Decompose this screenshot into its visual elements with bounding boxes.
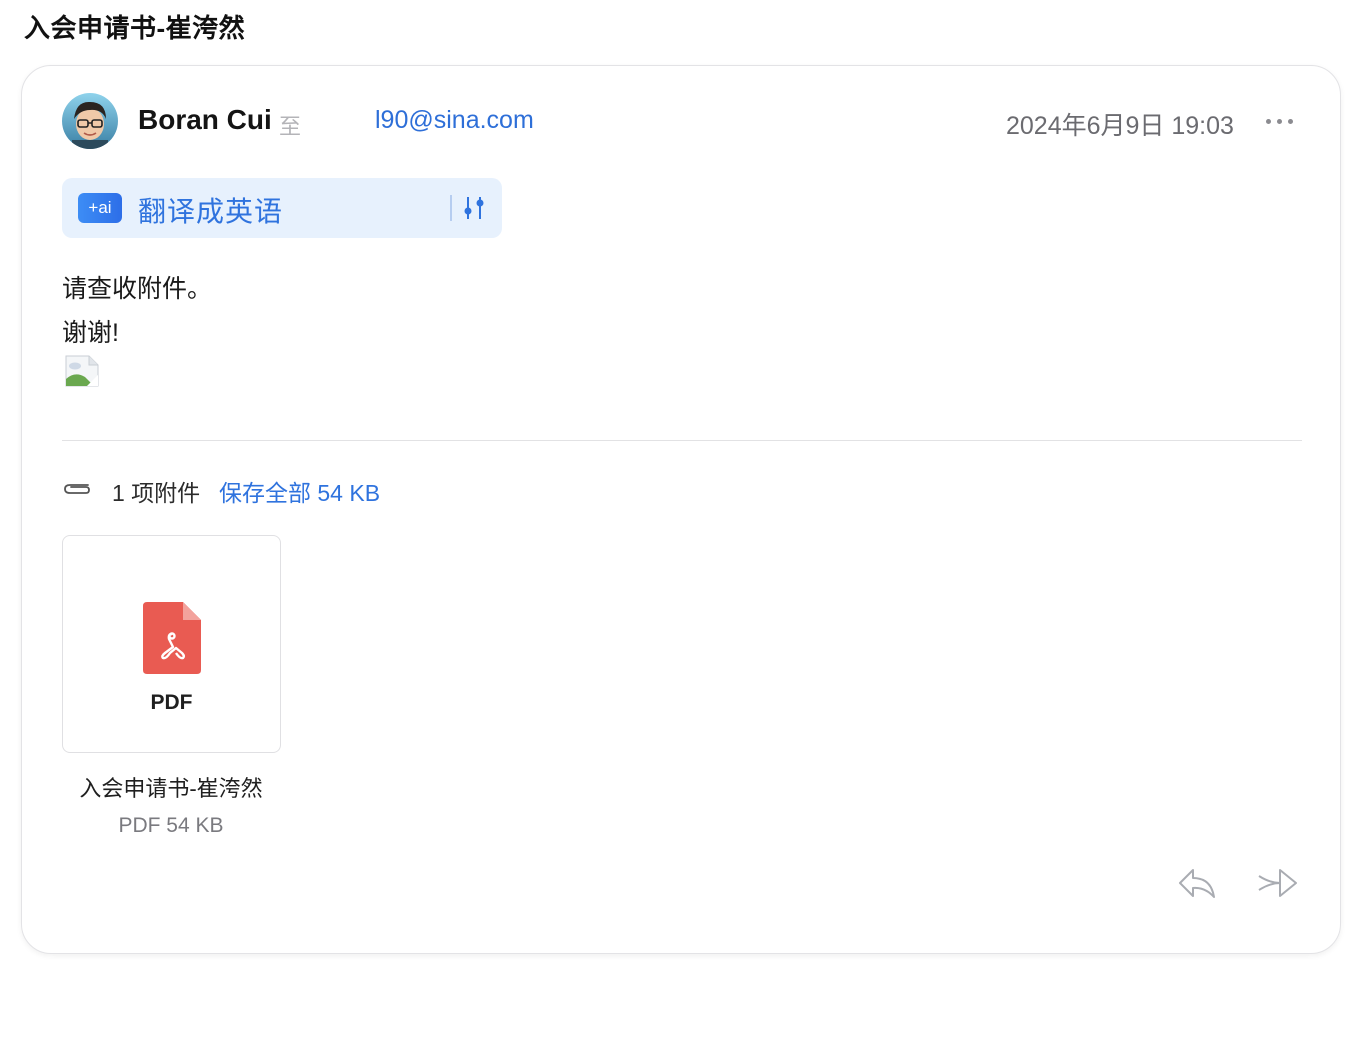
sender-avatar[interactable]	[62, 93, 118, 149]
translate-button-label[interactable]: 翻译成英语	[138, 190, 283, 230]
email-subject: 入会申请书-崔洿然	[24, 13, 246, 43]
attachment-meta: PDF 54 KB	[118, 814, 224, 837]
attachment-card[interactable]: PDF	[62, 535, 281, 753]
sender-name[interactable]: Boran Cui	[138, 104, 272, 136]
translate-divider	[450, 195, 452, 221]
body-line: 谢谢!	[62, 319, 119, 347]
recipient-email[interactable]: l90@sina.com	[375, 106, 534, 135]
paperclip-icon	[62, 478, 92, 500]
save-all-button[interactable]: 保存全部 54 KB	[219, 474, 380, 508]
ai-badge: +ai	[78, 193, 122, 223]
email-card: Boran Cui 至 l90@sina.com 2024年6月9日 19:03…	[21, 65, 1341, 954]
pdf-file-icon	[143, 602, 201, 674]
file-type-label: PDF	[150, 691, 193, 714]
email-date: 2024年6月9日 19:03	[1006, 112, 1234, 140]
forward-icon[interactable]	[1256, 866, 1298, 900]
to-label: 至	[279, 114, 302, 139]
more-icon	[1265, 118, 1271, 124]
more-options-button[interactable]	[1259, 106, 1299, 136]
attachment-count: 1 项附件	[112, 480, 201, 506]
settings-icon[interactable]	[462, 194, 486, 222]
body-line: 请查收附件。	[62, 275, 213, 303]
broken-image-icon	[65, 355, 99, 387]
reply-icon[interactable]	[1177, 866, 1217, 900]
translate-bar[interactable]: +ai 翻译成英语	[62, 178, 502, 238]
attachment-name[interactable]: 入会申请书-崔洿然	[52, 771, 290, 803]
content-divider	[62, 440, 1302, 441]
